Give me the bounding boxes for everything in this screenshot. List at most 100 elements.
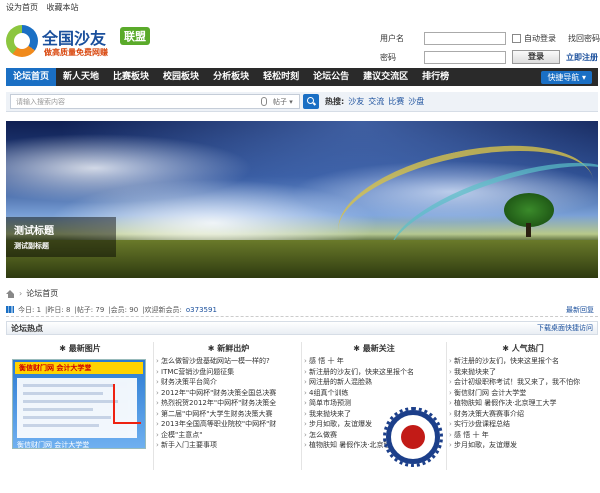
nav-item-competition[interactable]: 比赛板块 xyxy=(106,68,156,86)
list-item[interactable]: 财务决策大赛赛事介绍 xyxy=(449,409,597,420)
column-popular: ✱ 人气热门 新注册的沙友们，快来这里报个名 我来抛块来了 会计初级职称考试！我… xyxy=(449,342,597,451)
promo-arrow xyxy=(113,384,141,424)
welcome-label: 欢迎新会员: xyxy=(144,305,182,314)
column-latest-images: ✱ 最新图片 xyxy=(10,342,150,356)
search-placeholder: 请输入搜索内容 xyxy=(16,98,65,106)
stat-members: 会员: 90 xyxy=(110,305,139,314)
set-homepage-link[interactable]: 设为首页 xyxy=(6,3,38,12)
list-item[interactable]: 感 悟 十 年 xyxy=(304,356,444,367)
logo-icon xyxy=(6,25,38,57)
home-icon[interactable] xyxy=(6,289,15,298)
auto-login-checkbox[interactable] xyxy=(512,33,521,43)
desktop-shortcut-link[interactable]: 下载桌面快捷访问 xyxy=(537,323,593,333)
breadcrumb-current[interactable]: 论坛首页 xyxy=(26,288,58,299)
quick-nav-button[interactable]: 快捷导航 ▾ xyxy=(541,70,592,84)
list-item[interactable]: 新注册的沙友们，快来这里报个名 xyxy=(304,367,444,378)
column-divider xyxy=(301,342,302,470)
search-type-select[interactable]: 帖子 ▾ xyxy=(273,97,293,107)
nav-item-newcomers[interactable]: 新人天地 xyxy=(56,68,106,86)
hot-word-link[interactable]: 比赛 xyxy=(388,96,404,107)
stat-posts: 帖子: 79 xyxy=(76,305,105,314)
logo-name: 全国沙友 xyxy=(42,31,107,48)
nav-item-home[interactable]: 论坛首页 xyxy=(6,68,57,86)
breadcrumb-arrow: › xyxy=(19,289,23,298)
list-item[interactable]: 衡信财门网 会计大学堂 xyxy=(449,388,597,399)
list-item[interactable]: 新手入门主要事项 xyxy=(156,440,301,451)
promo-caption: 衡信财门网 会计大学堂 xyxy=(17,441,90,449)
nav-item-ranking[interactable]: 排行榜 xyxy=(415,68,456,86)
nav-item-announcements[interactable]: 论坛公告 xyxy=(306,68,356,86)
banner-caption: 测试标题 测试副标题 xyxy=(6,217,116,257)
banner-tree-trunk xyxy=(526,223,531,237)
column-divider xyxy=(153,342,154,470)
column-title: ✱ 最新图片 xyxy=(59,344,101,353)
banner-title: 测试标题 xyxy=(14,226,54,237)
nav-item-campus[interactable]: 校园板块 xyxy=(156,68,206,86)
list-item[interactable]: 怎么做智沙盘基础网站一模一样的? xyxy=(156,356,301,367)
hot-section-header: 论坛热点 下载桌面快捷访问 xyxy=(6,321,598,335)
auto-login-label: 自动登录 xyxy=(524,33,556,43)
logo-badge: 联盟 xyxy=(120,27,150,45)
list-item[interactable]: 财务决策平台简介 xyxy=(156,377,301,388)
list-item[interactable]: 步月如歌，友谊爆发 xyxy=(449,440,597,451)
list-item[interactable]: 2013年全国高等职业院校"中网杯"财 xyxy=(156,419,301,430)
password-label: 密码 xyxy=(380,52,396,62)
list-item[interactable]: 会计初级职称考试！我又来了，我不怕你 xyxy=(449,377,597,388)
login-button[interactable]: 登录 xyxy=(512,50,560,64)
list-item[interactable]: 感 悟 十 年 xyxy=(449,430,597,441)
watermark-seal xyxy=(383,407,443,467)
list-item[interactable]: 简单市场预测 xyxy=(304,398,444,409)
logo-slogan: 做高质量免费网赚 xyxy=(44,48,108,57)
list-item[interactable]: 第二届"中网杯"大学生财务决策大赛 xyxy=(156,409,301,420)
column-title: ✱ 新鲜出炉 xyxy=(207,344,250,353)
list-item[interactable]: ITMC营销沙盘问题征集 xyxy=(156,367,301,378)
hot-search-label: 热搜: xyxy=(325,97,345,106)
stat-today: 今日: 1 xyxy=(18,305,42,314)
banner-subtitle: 测试副标题 xyxy=(14,242,49,250)
username-input[interactable] xyxy=(424,31,506,45)
nav-item-relax[interactable]: 轻松时刻 xyxy=(256,68,306,86)
nav-item-analysis[interactable]: 分析板块 xyxy=(206,68,256,86)
column-divider xyxy=(446,342,447,470)
hot-word-link[interactable]: 沙友 xyxy=(348,96,364,107)
stat-yesterday: 昨日: 8 xyxy=(47,305,71,314)
latest-reply-link[interactable]: 最新回复 xyxy=(566,305,594,315)
list-item[interactable]: 植物肤知 暑假作决·北京理工大学 xyxy=(449,398,597,409)
search-button[interactable] xyxy=(303,94,319,109)
bookmark-link[interactable]: 收藏本站 xyxy=(47,3,79,12)
column-title: ✱ 人气热门 xyxy=(502,344,544,353)
hero-banner[interactable]: 测试标题 测试副标题 xyxy=(6,121,598,278)
list-item[interactable]: 实行沙盘课程总结 xyxy=(449,419,597,430)
list-item[interactable]: 新注册的沙友们，快来这里报个名 xyxy=(449,356,597,367)
top-links: 设为首页 收藏本站 xyxy=(6,2,85,13)
latest-image-thumbnail[interactable]: 衡信财门网 会计大学堂 衡信财门网 会计大学堂 xyxy=(12,359,146,449)
password-input[interactable] xyxy=(424,50,506,64)
microphone-icon[interactable] xyxy=(261,97,267,106)
breadcrumb: › 论坛首页 xyxy=(6,288,58,299)
main-nav: 论坛首页 新人天地 比赛板块 校园板块 分析板块 轻松时刻 论坛公告 建议交流区… xyxy=(6,68,598,86)
nav-item-suggestions[interactable]: 建议交流区 xyxy=(356,68,415,86)
hot-section-title: 论坛热点 xyxy=(11,323,43,333)
register-link[interactable]: 立即注册 xyxy=(566,52,598,63)
list-item[interactable]: 4组真个训练 xyxy=(304,388,444,399)
forum-stats: 今日: 1 | 昨日: 8 | 帖子: 79 | 会员: 90 | 欢迎新会员: o37… xyxy=(6,303,598,317)
bell-icon xyxy=(401,425,425,449)
list-item[interactable]: 网注册的新人混脸熟 xyxy=(304,377,444,388)
new-member-link[interactable]: o373591 xyxy=(186,306,217,314)
search-input[interactable]: 请输入搜索内容 帖子 ▾ xyxy=(10,94,300,109)
hot-word-link[interactable]: 交流 xyxy=(368,96,384,107)
username-label: 用户名 xyxy=(380,33,404,43)
hot-word-link[interactable]: 沙盘 xyxy=(408,96,424,107)
stats-icon xyxy=(6,306,14,313)
column-new-posts: ✱ 新鲜出炉 怎么做智沙盘基础网站一模一样的? ITMC营销沙盘问题征集 财务决… xyxy=(156,342,301,451)
list-item[interactable]: 热烈祝贺2012年"中网杯"财务决策全 xyxy=(156,398,301,409)
site-logo[interactable]: 全国沙友 联盟 做高质量免费网赚 xyxy=(6,23,156,63)
list-item[interactable]: 企模"主意点" xyxy=(156,430,301,441)
list-item[interactable]: 我来抛块来了 xyxy=(449,367,597,378)
banner-tree xyxy=(504,193,554,227)
forgot-password-link[interactable]: 找回密码 xyxy=(568,33,600,44)
list-item[interactable]: 2012年"中网杯"财务决策全国总决赛 xyxy=(156,388,301,399)
search-bar: 请输入搜索内容 帖子 ▾ 热搜: 沙友 交流 比赛 沙盘 xyxy=(6,92,598,112)
column-title: ✱ 最新关注 xyxy=(353,344,395,353)
promo-header: 衡信财门网 会计大学堂 xyxy=(15,362,143,374)
